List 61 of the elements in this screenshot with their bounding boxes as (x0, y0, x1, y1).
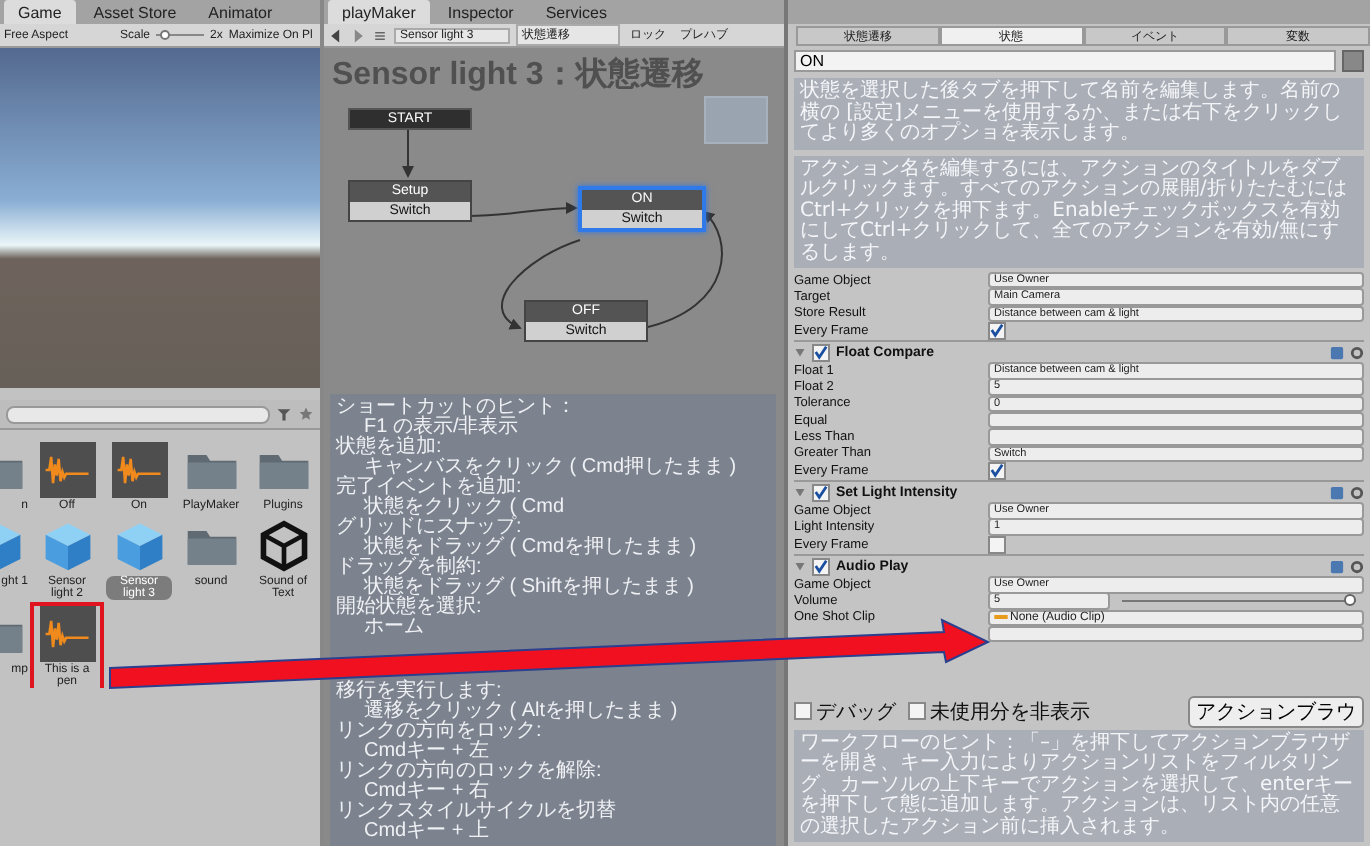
action-hint: アクション名を編集するには、アクションのタイトルをダブルクリックます。すべてのアクションの展開/折りたたむにはCtrl+クリックを押下ます。Enableチェックボックスを有効にしてCtrl+クリックして、全てのアクションを有効/無にするします。 (794, 155, 1364, 268)
logo-icon (255, 518, 311, 574)
enable-checkbox[interactable] (812, 343, 830, 362)
expand-triangle-icon[interactable] (794, 346, 806, 359)
hint-shortcut: ホーム (362, 618, 426, 638)
book-icon[interactable] (1330, 345, 1344, 360)
hint-shortcut: Cmdキー + 左 (362, 742, 492, 762)
hint-action: 移行を実行します: (336, 682, 504, 702)
dropdown-field[interactable] (988, 428, 1364, 446)
audio-waveform-icon (111, 442, 167, 498)
transition-arrow (467, 202, 578, 217)
color-swatch[interactable] (1342, 50, 1364, 72)
expand-triangle-icon[interactable] (794, 560, 806, 573)
hint-shortcut: Cmdキー + 上 (362, 822, 492, 842)
hint-action: ドラッグを制約: (336, 558, 484, 578)
hint-shortcut: キャンバスをクリック ( Cmd押したまま ) (364, 458, 739, 478)
panel-tab[interactable]: Game (4, 0, 76, 24)
state-name-field[interactable]: ON (794, 50, 1336, 72)
transition-arrow (402, 125, 414, 178)
hint-shortcut: 状態をドラッグ ( Cmdを押したまま ) (362, 538, 699, 558)
minimap (704, 96, 768, 144)
action-browser-button[interactable]: アクションブラウ (1188, 695, 1364, 727)
audio-clip-icon (994, 612, 1008, 623)
filter-icon[interactable] (276, 406, 292, 422)
hint-shortcut: F1 の表示/非表示 (364, 418, 521, 438)
enable-checkbox[interactable] (812, 483, 830, 502)
hint-shortcut: 状態をクリック ( Cmd (364, 498, 566, 518)
checkbox[interactable] (988, 535, 1006, 554)
book-icon[interactable] (1330, 559, 1344, 574)
hint-shortcut: 遷移をクリック ( Altを押したまま ) (362, 702, 680, 722)
audio-waveform-icon (39, 606, 95, 662)
enable-checkbox[interactable] (812, 557, 830, 576)
hint-action: 状態を追加: (336, 438, 442, 458)
menu-icon[interactable] (372, 27, 388, 43)
expand-triangle-icon[interactable] (794, 486, 806, 499)
panel-tab[interactable]: playMaker (328, 0, 430, 24)
hint-action: リンクスタイルサイクルを切替 (336, 802, 618, 822)
hint-action: グリッドにスナップ: (336, 518, 522, 538)
checkbox[interactable] (794, 702, 812, 720)
checkbox[interactable] (988, 461, 1006, 480)
state-hint: 状態を選択した後タブを押下して名前を編集します。名前の横の [設定]メニューを使用するか、または右下をクリックしてより多くのオプショを表示します。 (794, 78, 1364, 149)
audio-waveform-icon (39, 442, 95, 498)
settings-icon[interactable] (1350, 559, 1364, 574)
checkbox[interactable] (908, 702, 926, 720)
settings-icon[interactable] (1350, 345, 1364, 360)
hint-shortcut: 状態をドラッグ ( Shiftを押したまま ) (364, 578, 697, 598)
hint-action: 開始状態を選択: (336, 598, 484, 618)
option-label: デバッグ (816, 699, 896, 725)
hint-shortcut: Cmdキー + 右 (362, 782, 490, 802)
hint-action: リンクの方向をロック: (336, 722, 544, 742)
search-field[interactable] (6, 405, 270, 423)
book-icon[interactable] (1330, 485, 1344, 500)
option-label: 未使用分を非表示 (930, 699, 1090, 725)
hint-action: 完了イベントを追加: (336, 478, 522, 498)
workflow-hint: ワークフローのヒント：「–」を押下してアクションブラウザーを開き、キー入力によりアクションリストをフィルタリング、カーソルの上下キーでアクションを選択して、enterキーを押下して態に追加します。アクションは、リスト内の任意の選択したアクション前に挿入されます。 (794, 729, 1364, 842)
hint-action: リンクの方向のロックを解除: (336, 762, 604, 782)
checkbox[interactable] (988, 321, 1006, 340)
star-icon[interactable] (298, 406, 314, 422)
hint-action: ショートカットのヒント： (336, 398, 578, 418)
settings-icon[interactable] (1350, 485, 1364, 500)
graph-title: Sensor light 3：状態遷移 (330, 54, 706, 96)
